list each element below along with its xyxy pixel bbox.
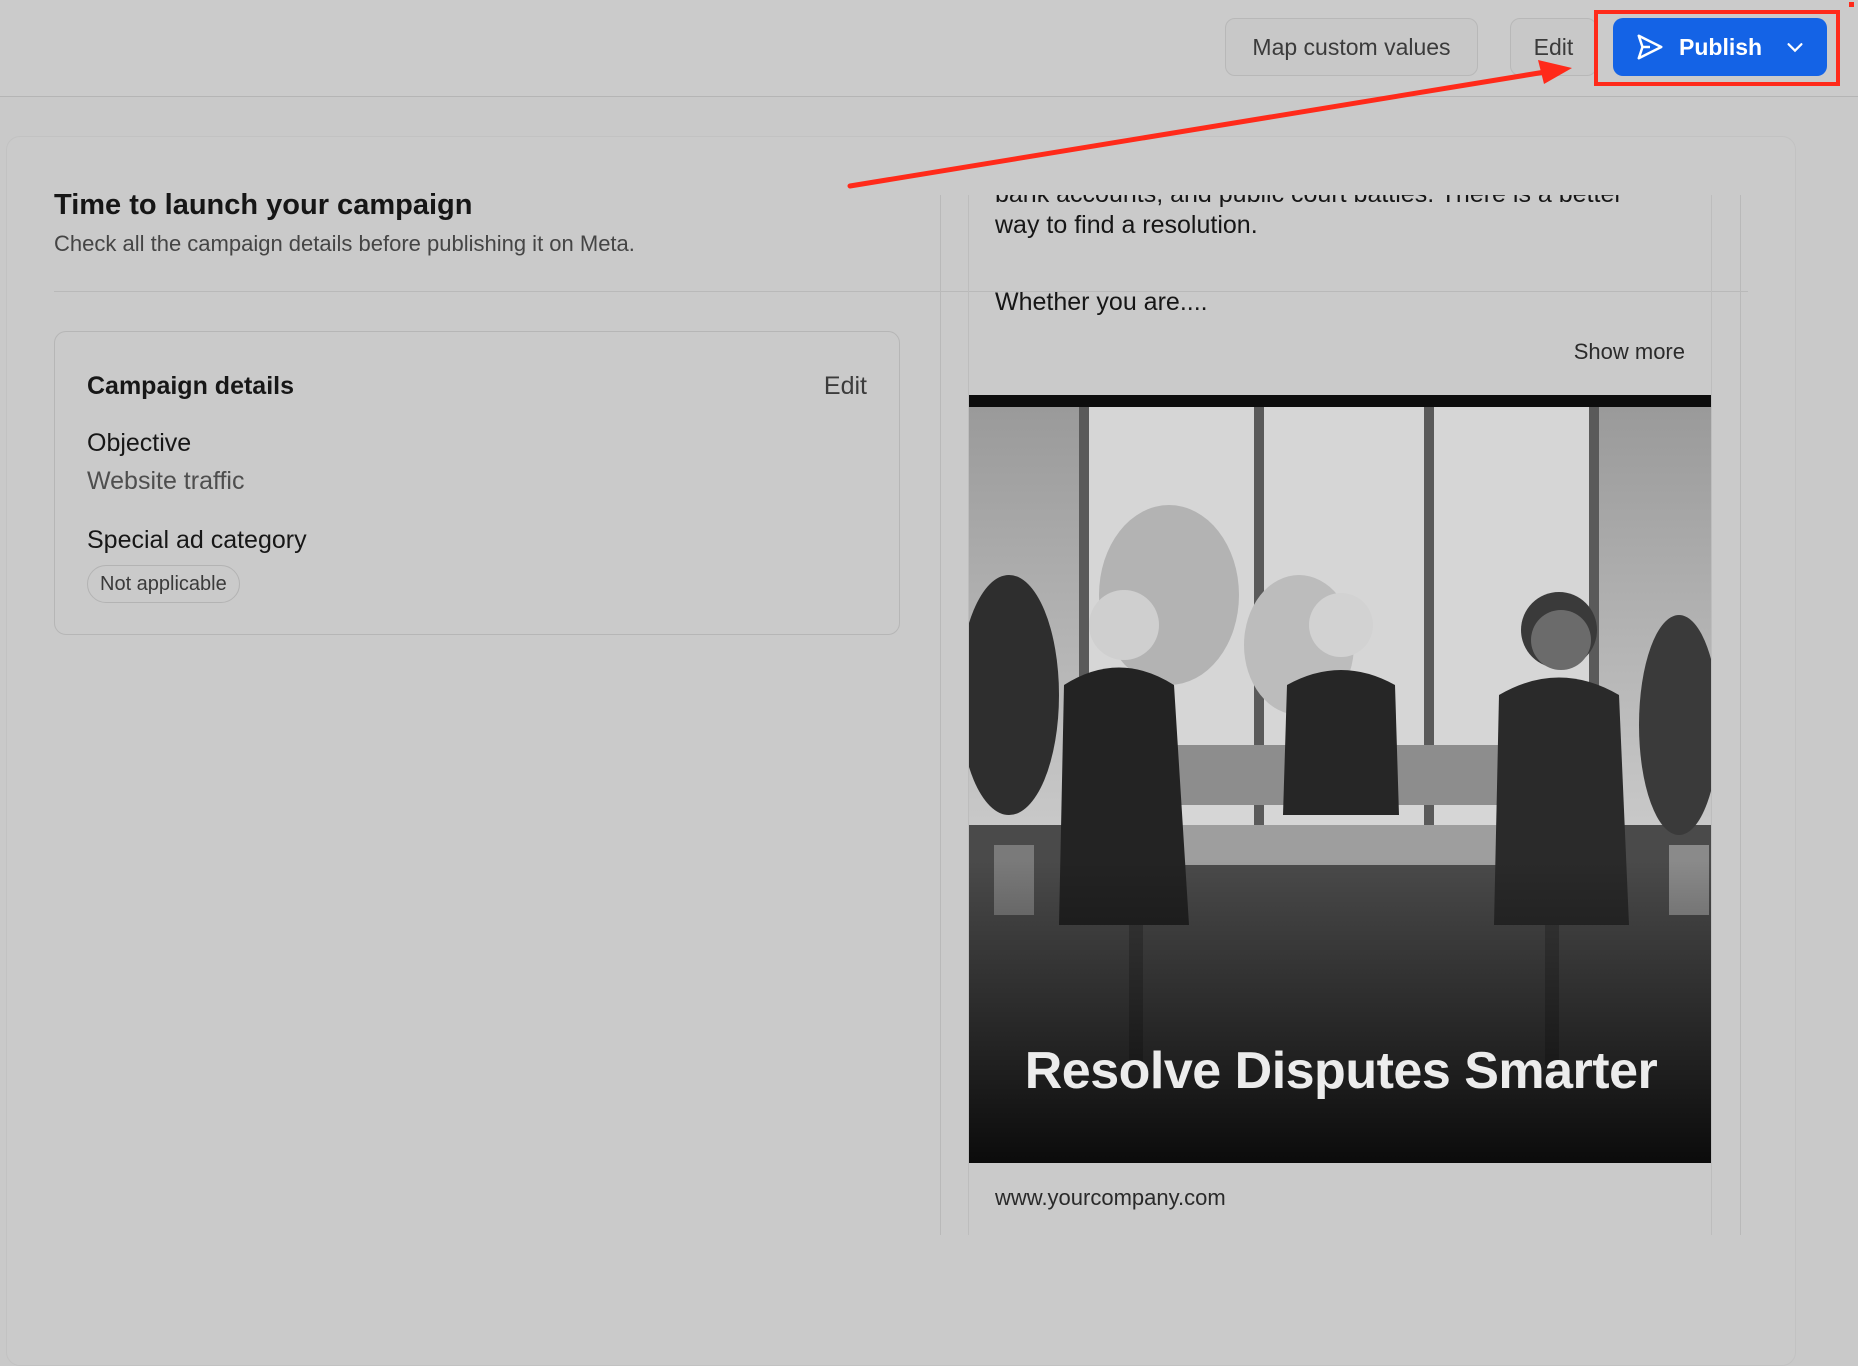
publish-button[interactable]: Publish — [1613, 18, 1827, 76]
special-ad-category-badge: Not applicable — [87, 565, 240, 603]
campaign-details-title: Campaign details — [87, 372, 294, 400]
ad-url: www.yourcompany.com — [995, 1185, 1226, 1210]
map-custom-values-button[interactable]: Map custom values — [1225, 18, 1478, 76]
page-title: Time to launch your campaign — [54, 189, 473, 221]
objective-value: Website traffic — [87, 467, 245, 495]
send-icon — [1637, 34, 1663, 60]
campaign-details-panel: Campaign details Edit Objective Website … — [54, 331, 900, 635]
annotation-dot — [1849, 2, 1854, 7]
post-text: way to find a resolution. — [995, 211, 1258, 239]
ad-preview[interactable]: bank accounts, and public court battles.… — [968, 195, 1712, 1235]
ad-image-caption: Resolve Disputes Smarter — [1024, 1042, 1658, 1100]
page-subtitle: Check all the campaign details before pu… — [54, 231, 635, 256]
top-toolbar: Map custom values Edit Publish — [0, 0, 1858, 97]
edit-button[interactable]: Edit — [1510, 18, 1597, 76]
publish-label: Publish — [1679, 33, 1763, 60]
campaign-details-edit-link[interactable]: Edit — [824, 372, 867, 401]
objective-label: Objective — [87, 429, 192, 457]
post-text: Whether you are.... — [995, 288, 1208, 316]
special-ad-category-label: Special ad category — [87, 526, 307, 554]
chevron-down-icon[interactable] — [1784, 36, 1806, 58]
ad-creative-image: Resolve Disputes Smarter — [969, 395, 1711, 1163]
show-more-link[interactable]: Show more — [1574, 339, 1685, 365]
